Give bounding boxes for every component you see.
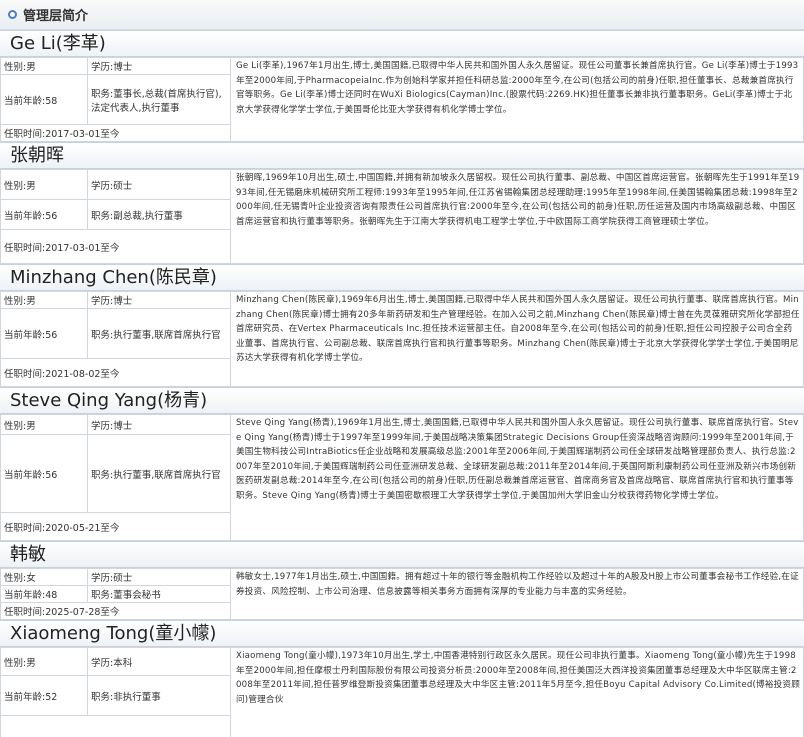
education-cell: 学历:博士 [87, 291, 231, 309]
tenure-cell: 任职时间:2020-05-21至今 [0, 512, 231, 541]
person-info-table: 性别:男 学历:博士 Ge Li(李革),1967年1月出生,博士,美国国籍,已… [0, 57, 804, 142]
age-cell: 当前年龄:56 [0, 434, 88, 513]
bio-cell: Steve Qing Yang(杨青),1969年1月出生,博士,美国国籍,已取… [230, 414, 804, 541]
gender-cell: 性别:男 [0, 169, 88, 200]
person-section: 张朝晖 性别:男 学历:硕士 张朝晖,1969年10月出生,硕士,中国国籍,并拥… [0, 142, 804, 264]
bio-cell: Ge Li(李革),1967年1月出生,博士,美国国籍,已取得中华人民共和国外国… [230, 57, 804, 142]
person-name: Minzhang Chen(陈民章) [0, 264, 804, 291]
person-section: 韩敏 性别:女 学历:硕士 韩敏女士,1977年1月出生,硕士,中国国籍。拥有超… [0, 541, 804, 620]
bio-cell: 韩敏女士,1977年1月出生,硕士,中国国籍。拥有超过十年的银行等金融机构工作经… [230, 568, 804, 620]
tenure-cell: 任职时间:2017-03-01至今 [0, 229, 231, 264]
person-name: Xiaomeng Tong(童小幪) [0, 620, 804, 647]
person-name: Ge Li(李革) [0, 30, 804, 57]
bio-cell: 张朝晖,1969年10月出生,硕士,中国国籍,并拥有新加坡永久居留权。现任公司执… [230, 169, 804, 264]
person-name: Steve Qing Yang(杨青) [0, 387, 804, 414]
bullet-icon [8, 10, 17, 19]
section-header: 管理层简介 [0, 0, 804, 30]
person-section: Ge Li(李革) 性别:男 学历:博士 Ge Li(李革),1967年1月出生… [0, 30, 804, 142]
age-cell: 当前年龄:52 [0, 675, 88, 716]
tenure-cell: 任职时间:2017-03-01至今 [0, 124, 231, 142]
education-cell: 学历:博士 [87, 57, 231, 75]
education-cell: 学历:博士 [87, 414, 231, 435]
person-name: 张朝晖 [0, 142, 804, 169]
tenure-cell [0, 715, 231, 737]
tenure-cell: 任职时间:2025-07-28至今 [0, 602, 231, 620]
position-cell: 职务:执行董事,联席首席执行官 [87, 308, 231, 359]
person-info-table: 性别:男 学历:本科 Xiaomeng Tong(童小幪),1973年10月出生… [0, 647, 804, 737]
education-cell: 学历:硕士 [87, 568, 231, 586]
position-cell: 职务:副总裁,执行董事 [87, 199, 231, 230]
person-info-table: 性别:女 学历:硕士 韩敏女士,1977年1月出生,硕士,中国国籍。拥有超过十年… [0, 568, 804, 620]
person-info-table: 性别:男 学历:博士 Minzhang Chen(陈民章),1969年6月出生,… [0, 291, 804, 387]
education-cell: 学历:本科 [87, 647, 231, 676]
age-cell: 当前年龄:58 [0, 74, 88, 125]
age-cell: 当前年龄:48 [0, 585, 88, 603]
age-cell: 当前年龄:56 [0, 308, 88, 359]
tenure-cell: 任职时间:2021-08-02至今 [0, 358, 231, 387]
gender-cell: 性别:女 [0, 568, 88, 586]
gender-cell: 性别:男 [0, 57, 88, 75]
person-info-table: 性别:男 学历:博士 Steve Qing Yang(杨青),1969年1月出生… [0, 414, 804, 541]
age-cell: 当前年龄:56 [0, 199, 88, 230]
bio-cell: Xiaomeng Tong(童小幪),1973年10月出生,学士,中国香港特别行… [230, 647, 804, 737]
position-cell: 职务:董事长,总裁(首席执行官),法定代表人,执行董事 [87, 74, 231, 125]
management-profile-page: 管理层简介 Ge Li(李革) 性别:男 学历:博士 Ge Li(李革),196… [0, 0, 804, 737]
person-section: Minzhang Chen(陈民章) 性别:男 学历:博士 Minzhang C… [0, 264, 804, 387]
gender-cell: 性别:男 [0, 291, 88, 309]
bio-cell: Minzhang Chen(陈民章),1969年6月出生,博士,美国国籍,已取得… [230, 291, 804, 387]
person-section: Steve Qing Yang(杨青) 性别:男 学历:博士 Steve Qin… [0, 387, 804, 541]
position-cell: 职务:董事会秘书 [87, 585, 231, 603]
position-cell: 职务:执行董事,联席首席执行官 [87, 434, 231, 513]
position-cell: 职务:非执行董事 [87, 675, 231, 716]
education-cell: 学历:硕士 [87, 169, 231, 200]
person-name: 韩敏 [0, 541, 804, 568]
section-title: 管理层简介 [23, 9, 89, 24]
person-info-table: 性别:男 学历:硕士 张朝晖,1969年10月出生,硕士,中国国籍,并拥有新加坡… [0, 169, 804, 264]
person-section: Xiaomeng Tong(童小幪) 性别:男 学历:本科 Xiaomeng T… [0, 620, 804, 737]
gender-cell: 性别:男 [0, 414, 88, 435]
gender-cell: 性别:男 [0, 647, 88, 676]
